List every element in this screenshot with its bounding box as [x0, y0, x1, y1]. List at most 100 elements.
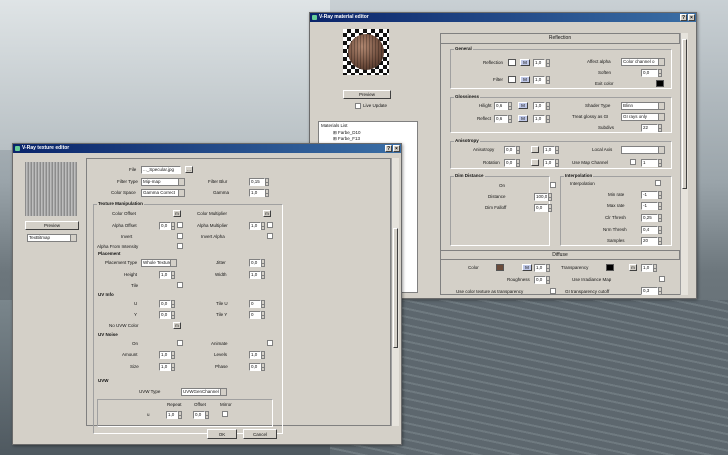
map-channel-value[interactable]: 1 — [641, 159, 658, 167]
nrm-thresh-spinner[interactable] — [658, 226, 662, 234]
distance-spinner[interactable] — [548, 193, 552, 201]
color-multiplier-map-button[interactable]: m — [263, 210, 271, 217]
affect-alpha-select[interactable]: Color channel o — [621, 58, 665, 66]
gi-cutoff-value[interactable]: 0,3 — [641, 287, 658, 295]
hilight-amount[interactable]: 1,0 — [533, 102, 545, 110]
local-axis-select[interactable] — [621, 146, 665, 154]
use-color-texture-checkbox[interactable] — [550, 288, 556, 294]
alpha-from-intensity-checkbox[interactable] — [177, 243, 183, 249]
u-value[interactable]: 0,0 — [159, 300, 171, 308]
noise-on-checkbox[interactable] — [177, 340, 183, 346]
reflect-amount[interactable]: 1,0 — [533, 115, 545, 123]
anisotropy-amount-spinner[interactable] — [555, 146, 559, 154]
height-spinner[interactable] — [171, 271, 175, 279]
cancel-button[interactable]: Cancel — [243, 429, 277, 439]
y-value[interactable]: 0,0 — [159, 311, 171, 319]
filter-blur-value[interactable]: 0,15 — [249, 178, 265, 186]
reflection-spinner[interactable] — [546, 59, 550, 67]
jitter-spinner[interactable] — [261, 259, 265, 267]
repeat-u-value[interactable]: 1,0 — [166, 411, 178, 419]
min-rate-spinner[interactable] — [658, 191, 662, 199]
live-update-checkbox[interactable] — [355, 103, 361, 109]
mirror-u-checkbox[interactable] — [222, 411, 228, 417]
levels-value[interactable]: 1,0 — [249, 351, 261, 359]
rotation-value[interactable]: 0,0 — [504, 159, 516, 167]
max-rate-value[interactable]: -1 — [641, 202, 658, 210]
phase-spinner[interactable] — [261, 363, 265, 371]
tile-y-value[interactable]: 0 — [249, 311, 261, 319]
levels-spinner[interactable] — [261, 351, 265, 359]
width-spinner[interactable] — [261, 271, 265, 279]
clr-thresh-spinner[interactable] — [658, 214, 662, 222]
size-spinner[interactable] — [171, 363, 175, 371]
repeat-u-spinner[interactable] — [178, 411, 182, 419]
help-button[interactable]: ? — [680, 14, 687, 21]
alpha-offset-checkbox[interactable] — [177, 222, 183, 228]
exit-color-swatch[interactable] — [656, 80, 664, 87]
color-offset-map-button[interactable]: m — [173, 210, 181, 217]
anisotropy-value[interactable]: 0,0 — [504, 146, 516, 154]
close-button[interactable]: × — [393, 145, 400, 152]
samples-value[interactable]: 20 — [641, 237, 658, 245]
placement-type-select[interactable]: Whole Texture — [141, 259, 177, 267]
rotation-amount-spinner[interactable] — [555, 159, 559, 167]
distance-value[interactable]: 100,0 — [534, 193, 548, 201]
invert-checkbox[interactable] — [177, 233, 183, 239]
alpha-offset-spinner[interactable] — [171, 222, 175, 230]
width-value[interactable]: 1,0 — [249, 271, 261, 279]
offset-u-value[interactable]: 0,0 — [193, 411, 205, 419]
preview-button[interactable]: Preview — [343, 90, 391, 99]
animate-checkbox[interactable] — [267, 340, 273, 346]
y-spinner[interactable] — [171, 311, 175, 319]
nrm-thresh-value[interactable]: 0,4 — [641, 226, 658, 234]
falloff-value[interactable]: 0,0 — [534, 204, 548, 212]
soften-value[interactable]: 0,0 — [641, 69, 658, 77]
diffuse-amount[interactable]: 1,0 — [534, 264, 546, 272]
alpha-offset-value[interactable]: 0,0 — [159, 222, 171, 230]
hilight-amount-spinner[interactable] — [546, 102, 550, 110]
use-map-channel-checkbox[interactable] — [630, 159, 636, 165]
u-spinner[interactable] — [171, 300, 175, 308]
diffuse-map-button[interactable]: M — [522, 264, 532, 271]
clr-thresh-value[interactable]: 0,25 — [641, 214, 658, 222]
list-item[interactable]: ⊞ Farbe_F13 — [333, 136, 360, 142]
texture-scrollbar[interactable] — [391, 158, 399, 426]
dim-on-checkbox[interactable] — [550, 182, 556, 188]
roughness-spinner[interactable] — [546, 276, 550, 284]
use-irradiance-checkbox[interactable] — [659, 276, 665, 282]
soften-spinner[interactable] — [658, 69, 662, 77]
height-value[interactable]: 1,0 — [159, 271, 171, 279]
falloff-spinner[interactable] — [548, 204, 552, 212]
reflection-band[interactable]: Reflection — [440, 33, 680, 44]
hilight-spinner[interactable] — [508, 102, 512, 110]
color-space-select[interactable]: Gamma Correct — [141, 189, 185, 197]
transparency-swatch[interactable] — [606, 264, 614, 271]
preview-button[interactable]: Preview — [25, 221, 79, 230]
texture-type-select[interactable]: TexBitmap — [27, 234, 77, 242]
reflect-map-button[interactable]: M — [518, 115, 528, 122]
close-button[interactable]: × — [688, 14, 695, 21]
filter-type-select[interactable]: Mip-map — [141, 178, 185, 186]
tile-y-spinner[interactable] — [261, 311, 265, 319]
amount-value[interactable]: 1,0 — [159, 351, 171, 359]
tile-checkbox[interactable] — [177, 282, 183, 288]
no-uvw-color-map-button[interactable]: m — [173, 322, 181, 329]
jitter-value[interactable]: 0,0 — [249, 259, 261, 267]
rotation-spinner[interactable] — [516, 159, 520, 167]
anisotropy-map-button[interactable] — [531, 146, 539, 153]
ok-button[interactable]: OK — [207, 429, 237, 439]
samples-spinner[interactable] — [658, 237, 662, 245]
tile-u-spinner[interactable] — [261, 300, 265, 308]
help-button[interactable]: ? — [385, 145, 392, 152]
file-path[interactable]: ..._Specular.jpg — [141, 166, 181, 174]
hilight-value[interactable]: 0,6 — [494, 102, 508, 110]
min-rate-value[interactable]: -1 — [641, 191, 658, 199]
amount-spinner[interactable] — [171, 351, 175, 359]
diffuse-color-swatch[interactable] — [496, 264, 504, 271]
map-channel-spinner[interactable] — [658, 159, 662, 167]
size-value[interactable]: 1,0 — [159, 363, 171, 371]
offset-u-spinner[interactable] — [205, 411, 209, 419]
diffuse-amount-spinner[interactable] — [546, 264, 550, 272]
subdivs-value[interactable]: 22 — [641, 124, 658, 132]
gi-cutoff-spinner[interactable] — [658, 287, 662, 295]
